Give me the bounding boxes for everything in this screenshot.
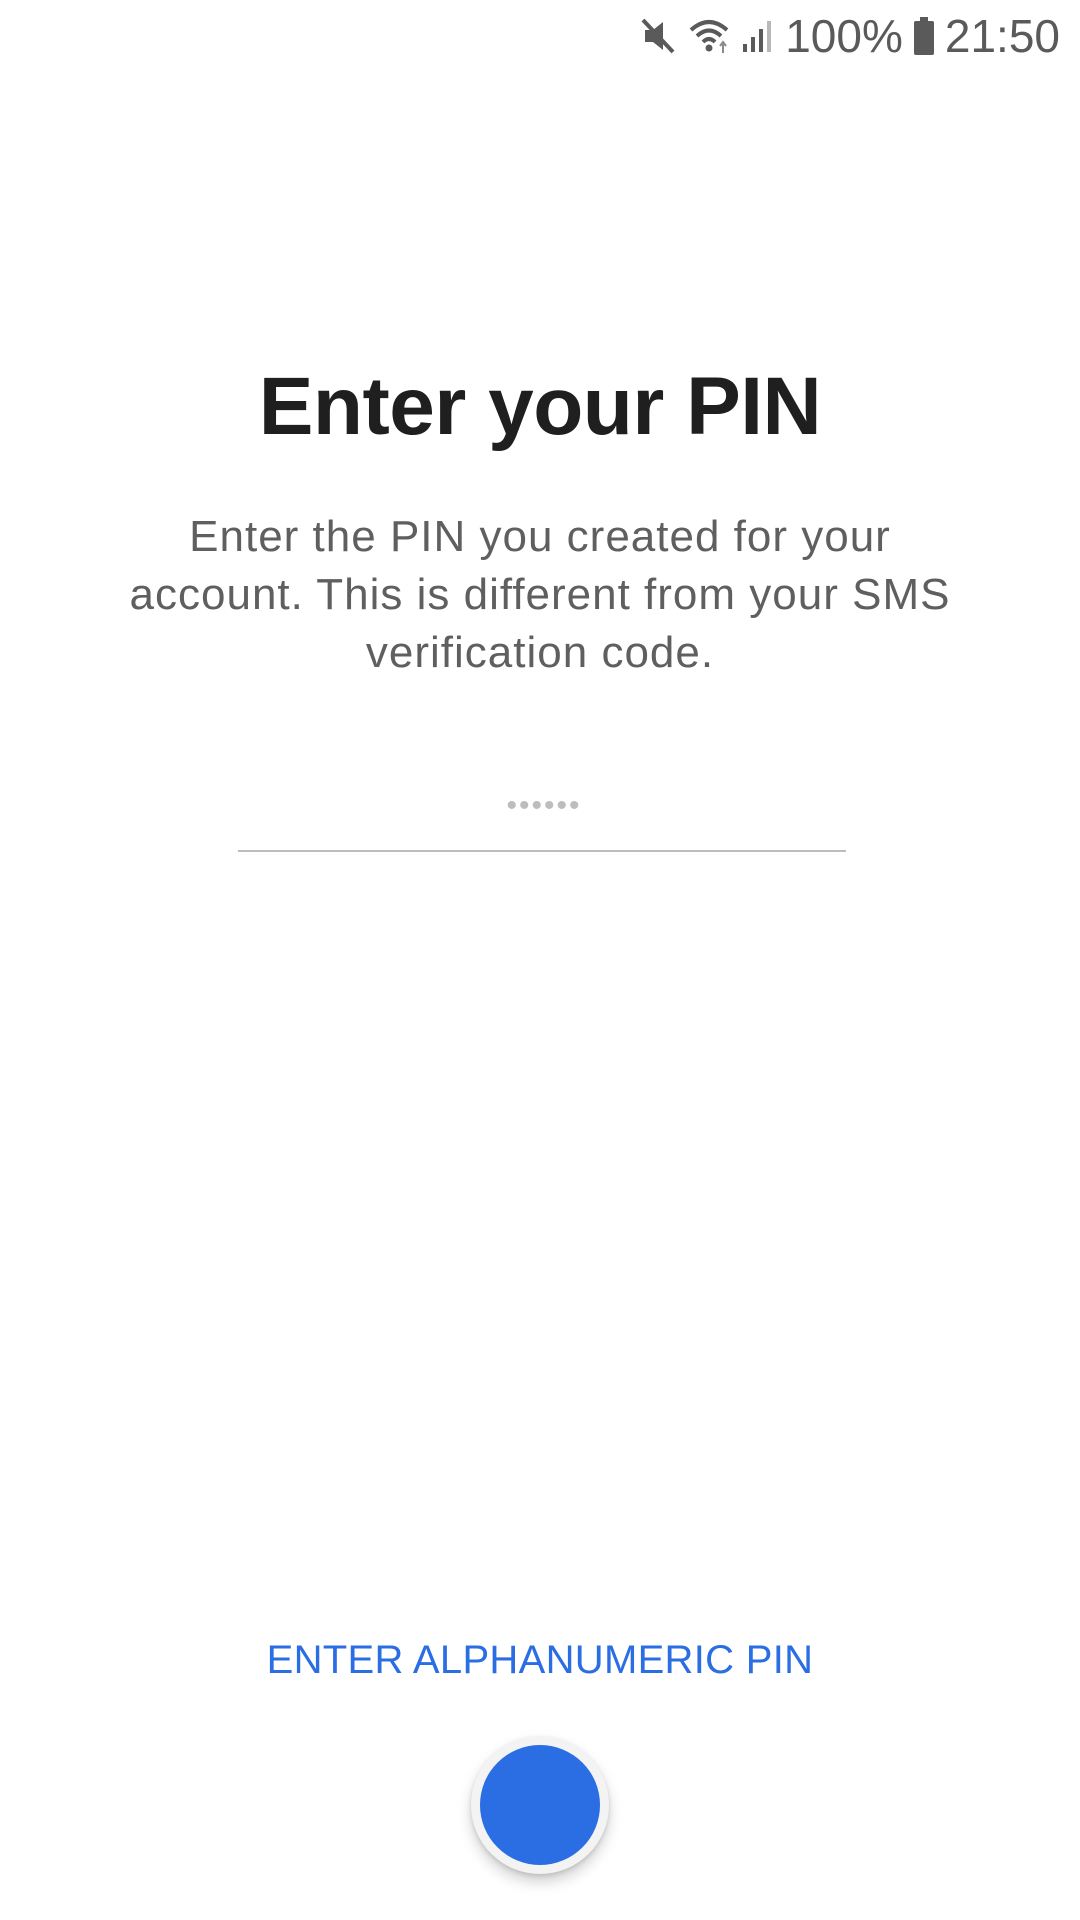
pin-field[interactable] [238,770,850,852]
enter-alphanumeric-pin-button[interactable]: ENTER ALPHANUMERIC PIN [0,1638,1080,1683]
status-right: 100% 21:50 [639,0,1060,72]
signal-icon [741,16,775,56]
fab-container [471,1736,609,1874]
next-button[interactable] [480,1745,600,1865]
status-bar: 100% 21:50 [0,0,1080,72]
wifi-icon [687,16,731,56]
status-time: 21:50 [944,10,1060,62]
battery-percent: 100% [785,10,903,62]
mute-icon [639,16,677,56]
battery-icon [913,15,935,57]
pin-input[interactable] [238,770,850,842]
page-description: Enter the PIN you created for your accou… [129,512,951,677]
page-title: Enter your PIN [258,361,822,452]
